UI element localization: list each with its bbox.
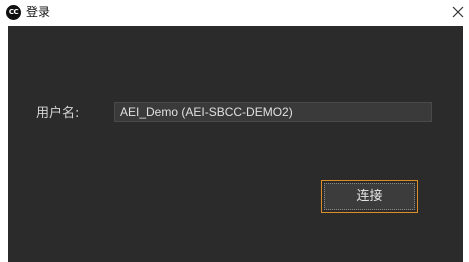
close-button[interactable] [447, 0, 469, 24]
username-label: 用户名: [36, 106, 80, 121]
login-window: CC 登录 用户名: AEI_Demo (AEI-SBCC-DEMO2) 连接 [0, 0, 469, 262]
close-icon [452, 6, 464, 18]
title-bar: CC 登录 [0, 0, 469, 26]
connect-button-label: 连接 [324, 183, 415, 210]
connect-button[interactable]: 连接 [321, 180, 418, 213]
app-logo-icon: CC [6, 5, 21, 20]
username-field[interactable]: AEI_Demo (AEI-SBCC-DEMO2) [114, 102, 432, 122]
login-panel: 用户名: AEI_Demo (AEI-SBCC-DEMO2) 连接 [8, 26, 463, 262]
window-title: 登录 [26, 5, 51, 19]
